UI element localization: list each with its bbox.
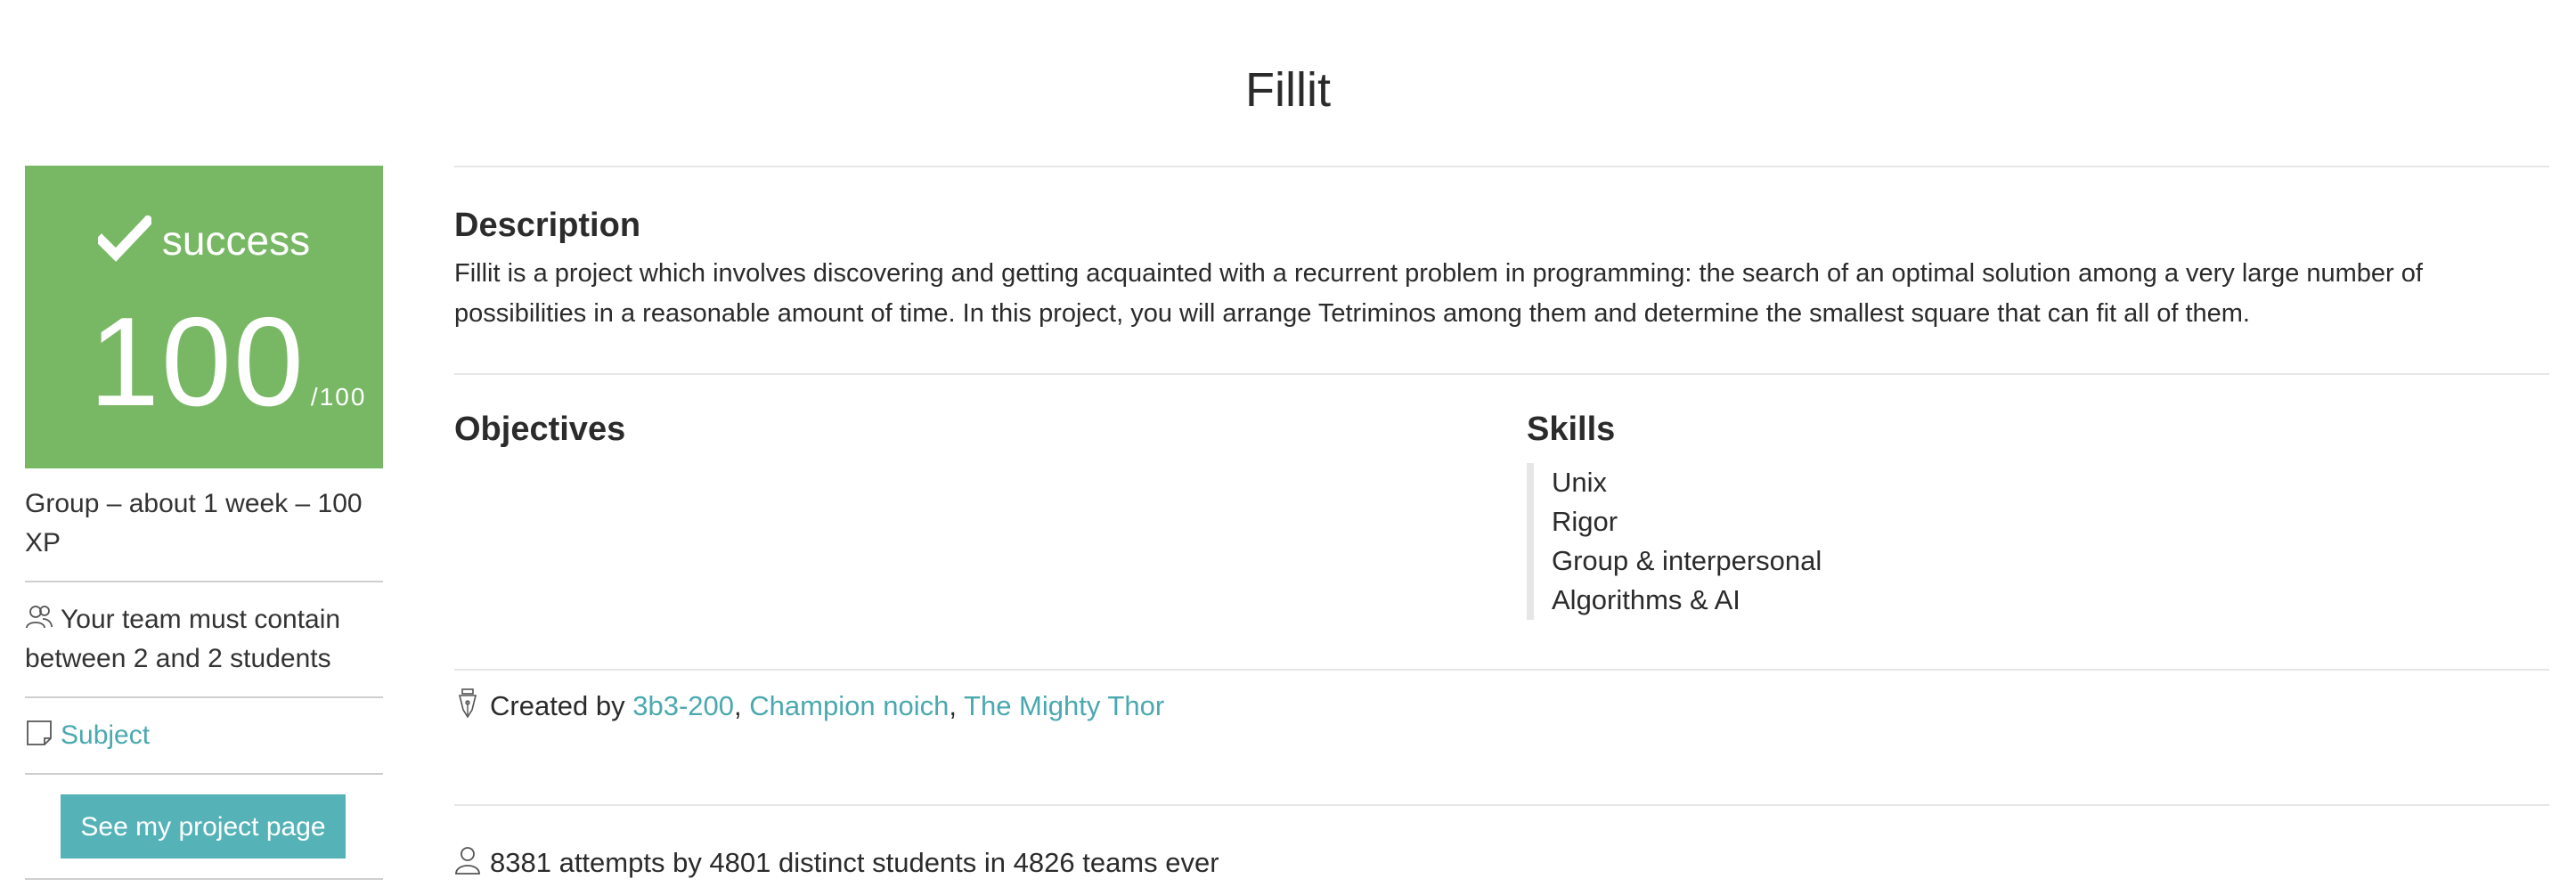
author-link[interactable]: Champion noich xyxy=(749,690,949,721)
page-title: Fillit xyxy=(1245,63,1331,117)
score-box: success 100/100 xyxy=(25,166,383,468)
status-line: success xyxy=(25,216,383,264)
pen-nib-icon xyxy=(458,688,477,719)
score: 100/100 xyxy=(89,299,366,460)
skills-list: Unix Rigor Group & interpersonal Algorit… xyxy=(1527,463,1822,620)
project-button-row: See my project page xyxy=(25,775,383,880)
credits-line: Created by 3b3-200, Champion noich, The … xyxy=(454,688,2549,722)
objectives-skills: Objectives Skills Unix Rigor Group & int… xyxy=(454,375,2549,669)
stats-section: 8381 attempts by 4801 distinct students … xyxy=(454,806,2549,879)
score-max: /100 xyxy=(310,383,367,411)
project-page: Fillit success 100/100 Group – about 1 w… xyxy=(0,0,2576,887)
see-project-page-button[interactable]: See my project page xyxy=(61,794,346,859)
skills-heading: Skills xyxy=(1527,411,1616,448)
description-text: Fillit is a project which involves disco… xyxy=(454,259,2423,328)
author-separator: , xyxy=(734,690,742,721)
team-info-text: Your team must contain between 2 and 2 s… xyxy=(25,605,341,673)
score-value: 100 xyxy=(89,291,306,433)
author-link[interactable]: The Mighty Thor xyxy=(964,690,1164,721)
subject-link[interactable]: Subject xyxy=(61,720,150,750)
check-icon xyxy=(97,216,151,262)
skill-item: Unix xyxy=(1552,467,1608,498)
description-heading: Description xyxy=(454,207,641,244)
credits-section: Created by 3b3-200, Champion noich, The … xyxy=(454,671,2549,804)
document-icon xyxy=(27,720,52,745)
project-meta-text: Group – about 1 week – 100 XP xyxy=(25,489,363,557)
skill-item: Rigor xyxy=(1552,506,1618,537)
team-info: Your team must contain between 2 and 2 s… xyxy=(25,582,383,698)
stats-text: 8381 attempts by 4801 distinct students … xyxy=(490,847,1219,878)
stats-line: 8381 attempts by 4801 distinct students … xyxy=(454,845,2549,879)
objectives-section: Objectives xyxy=(454,411,625,449)
objectives-heading: Objectives xyxy=(454,411,626,448)
sidebar: success 100/100 Group – about 1 week – 1… xyxy=(25,166,383,880)
description-section: Description Fillit is a project which in… xyxy=(454,167,2549,373)
main-content: Description Fillit is a project which in… xyxy=(454,166,2549,879)
skill-item: Algorithms & AI xyxy=(1552,584,1740,615)
subject-row: Subject xyxy=(25,698,383,775)
author-separator: , xyxy=(949,690,957,721)
author-link[interactable]: 3b3-200 xyxy=(632,690,734,721)
skills-section: Skills Unix Rigor Group & interpersonal … xyxy=(1527,411,1822,620)
user-icon xyxy=(455,847,480,875)
project-meta: Group – about 1 week – 100 XP xyxy=(25,468,383,582)
credits-prefix: Created by xyxy=(490,690,625,721)
skill-item: Group & interpersonal xyxy=(1552,545,1822,576)
users-icon xyxy=(26,606,53,629)
status-label: success xyxy=(161,217,311,264)
